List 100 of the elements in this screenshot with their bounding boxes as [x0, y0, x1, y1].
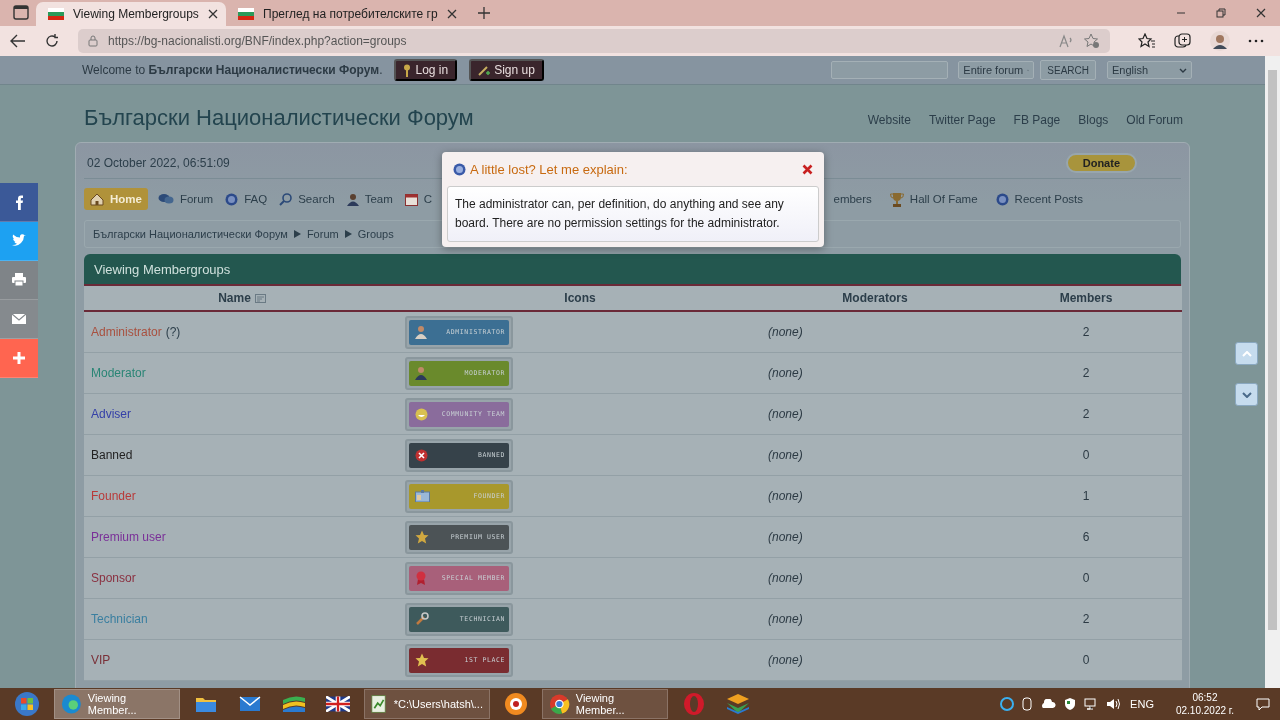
header-link[interactable]: FB Page: [1013, 113, 1061, 127]
group-name[interactable]: Banned: [91, 448, 133, 462]
back-icon[interactable]: [10, 34, 26, 48]
favorite-add-icon[interactable]: [1084, 33, 1100, 49]
close-icon[interactable]: [1256, 8, 1266, 18]
nav-item[interactable]: Hall Of Fame: [887, 188, 980, 210]
group-name[interactable]: Premium user: [91, 530, 166, 544]
triangle-right-icon: [293, 230, 301, 238]
collections-icon[interactable]: [1174, 33, 1192, 49]
key-icon: [403, 63, 412, 77]
notification-icon[interactable]: [1256, 697, 1270, 711]
breadcrumb-link[interactable]: Groups: [357, 228, 394, 240]
nav-item[interactable]: embers: [831, 188, 874, 210]
header-link[interactable]: Twitter Page: [928, 113, 996, 127]
moderators-cell: (none): [768, 612, 803, 626]
close-icon[interactable]: [446, 9, 457, 19]
nav-item[interactable]: Forum: [155, 188, 216, 210]
taskbar-button[interactable]: Viewing Member...: [542, 689, 668, 719]
cloud-icon[interactable]: [1040, 699, 1057, 709]
nav-item[interactable]: Recent Posts: [993, 188, 1085, 210]
trophy-icon: [889, 191, 904, 207]
donate-button[interactable]: Donate: [1065, 153, 1137, 173]
stripes-icon[interactable]: [282, 695, 306, 713]
breadcrumb-link[interactable]: Forum: [306, 228, 339, 240]
nav-item[interactable]: Team: [344, 188, 395, 210]
speaker-icon[interactable]: [1106, 698, 1123, 710]
browser-tab[interactable]: Viewing Membergroups: [36, 2, 226, 26]
nav-item[interactable]: Home: [84, 188, 148, 210]
triangle-right-icon: [344, 230, 352, 238]
nav-item[interactable]: FAQ: [223, 188, 270, 210]
folder-icon[interactable]: [195, 695, 217, 713]
header-link[interactable]: Website: [867, 113, 911, 127]
speech-bubbles-icon: [157, 193, 174, 205]
header-link[interactable]: Old Forum: [1126, 113, 1183, 127]
members-count: 1: [1082, 489, 1090, 503]
shield-icon[interactable]: [1064, 697, 1077, 711]
moderators-cell: (none): [768, 448, 803, 462]
address-bar[interactable]: https://bg-nacionalisti.org/BNF/index.php?action=groups: [78, 29, 1110, 53]
members-count: 2: [1082, 407, 1090, 421]
sign-up-button[interactable]: Sign up: [469, 59, 544, 81]
members-count: 0: [1082, 571, 1090, 585]
id-card-icon: [415, 490, 430, 502]
chevron-down-icon: [1241, 391, 1252, 398]
search-button[interactable]: SEARCH: [1040, 60, 1096, 80]
nav-item[interactable]: Search: [277, 188, 337, 210]
network-icon[interactable]: [1084, 698, 1099, 710]
login-button[interactable]: Log in: [394, 59, 458, 81]
flag-icon[interactable]: [326, 696, 350, 712]
reload-icon[interactable]: [44, 33, 60, 49]
avatar-icon[interactable]: [1210, 31, 1230, 51]
lock-icon: [88, 35, 98, 47]
mail-icon[interactable]: [239, 696, 261, 712]
favorites-icon[interactable]: [1138, 33, 1156, 49]
browser-tab[interactable]: Преглед на потребителските гр: [226, 2, 465, 26]
members-count: 2: [1082, 366, 1090, 380]
close-icon[interactable]: [802, 163, 813, 175]
printer-icon[interactable]: [11, 272, 27, 288]
group-name[interactable]: Technician: [91, 612, 148, 626]
scroll-down-button[interactable]: [1235, 383, 1258, 406]
taskbar-button[interactable]: *C:\Users\hatsh\...: [364, 689, 490, 719]
group-name[interactable]: VIP: [91, 653, 111, 667]
moderators-cell: (none): [768, 325, 803, 339]
scroll-up-button[interactable]: [1235, 342, 1258, 365]
layers-icon[interactable]: [726, 693, 750, 715]
column-header[interactable]: Moderators: [760, 286, 990, 312]
group-name[interactable]: Moderator: [91, 366, 146, 380]
moderators-cell: (none): [768, 366, 803, 380]
column-header[interactable]: Members: [990, 286, 1182, 312]
envelope-icon[interactable]: [11, 311, 27, 327]
group-name[interactable]: Sponsor: [91, 571, 136, 585]
restore-icon[interactable]: [1216, 8, 1226, 18]
nav-item[interactable]: C: [402, 188, 435, 210]
header-link[interactable]: Blogs: [1078, 113, 1109, 127]
clock[interactable]: 06:52 02.10.2022 г.: [1175, 691, 1234, 717]
new-tab-icon[interactable]: [476, 6, 491, 20]
breadcrumb-link[interactable]: Български Националистически Форум: [93, 228, 288, 240]
plus-icon[interactable]: [11, 350, 27, 366]
scope-dropdown[interactable]: Entire forum: [958, 61, 1035, 79]
taskbar-button[interactable]: Viewing Member...: [54, 689, 180, 719]
language-dropdown[interactable]: English: [1107, 61, 1192, 79]
column-header[interactable]: Icons: [400, 286, 760, 312]
scrollbar[interactable]: [1265, 56, 1280, 688]
close-icon[interactable]: [208, 9, 218, 19]
popup-title: A little lost? Let me explain:: [470, 161, 629, 177]
group-name[interactable]: Administrator: [91, 325, 162, 339]
star-icon: [415, 653, 429, 667]
more-icon[interactable]: [1248, 39, 1264, 43]
members-count: 2: [1082, 612, 1090, 626]
x-icon: [415, 448, 428, 462]
group-name[interactable]: Founder: [91, 489, 136, 503]
group-name[interactable]: Adviser: [91, 407, 131, 421]
help-link[interactable]: (?): [165, 325, 181, 339]
language-indicator[interactable]: ENG: [1130, 698, 1154, 710]
members-count: 2: [1082, 325, 1090, 339]
browser-icon: [61, 693, 82, 715]
column-header[interactable]: Name: [84, 286, 400, 312]
twitter-icon[interactable]: [11, 233, 27, 249]
members-count: 6: [1082, 530, 1090, 544]
windows-logo-icon[interactable]: [14, 691, 40, 717]
search-field[interactable]: [831, 61, 949, 79]
